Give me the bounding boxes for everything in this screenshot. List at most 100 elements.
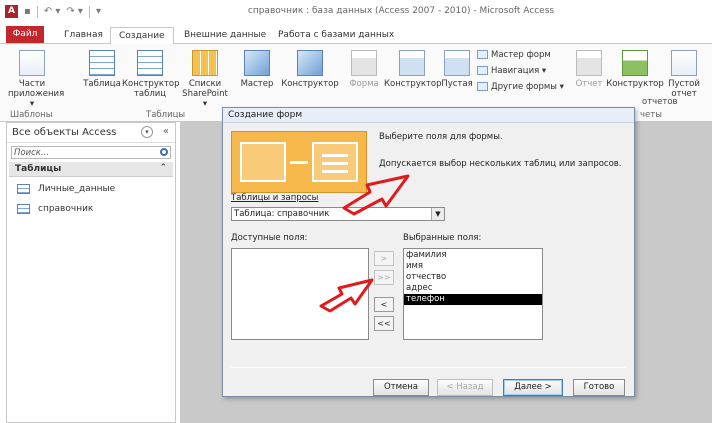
navigation-icon	[477, 66, 488, 75]
table-icon	[17, 183, 30, 194]
form-design-button[interactable]: Конструктор	[384, 50, 442, 89]
query-wizard-button[interactable]: Мастер	[236, 50, 278, 89]
form-button[interactable]: Форма	[346, 50, 382, 89]
more-forms-button[interactable]: Другие формы ▾	[477, 81, 564, 92]
blank-form-icon	[444, 50, 470, 76]
sharepoint-lists-button[interactable]: Списки SharePoint ▾	[180, 50, 230, 109]
wizard-illustration-line	[322, 154, 348, 157]
nav-group-label: Таблицы	[15, 164, 62, 174]
annotation-arrow-icon	[319, 278, 374, 313]
tables-queries-value: Таблица: справочник	[234, 209, 330, 219]
query-wizard-label: Мастер	[240, 79, 274, 89]
nav-group-tables[interactable]: Таблицы ⌃	[9, 162, 173, 177]
tables-queries-label: Таблицы и запросы	[231, 193, 319, 203]
tab-create[interactable]: Создание	[110, 27, 174, 45]
form-wizard-button[interactable]: Мастер форм	[477, 49, 551, 60]
report-design-button[interactable]: Конструктор	[606, 50, 664, 89]
form-icon	[351, 50, 377, 76]
blank-form-label: Пустая	[441, 79, 473, 89]
chevron-up-icon[interactable]: ⌃	[159, 163, 167, 173]
window-title: справочник : база данных (Access 2007 - …	[0, 6, 712, 16]
nav-item-label: справочник	[38, 203, 94, 214]
back-button[interactable]: < Назад	[437, 379, 493, 396]
nav-search-input[interactable]: Поиск...	[11, 146, 171, 159]
next-button[interactable]: Далее >	[503, 379, 563, 396]
list-item[interactable]: отчество	[404, 272, 542, 283]
nav-pane-title: Все объекты Access	[12, 127, 117, 138]
collapse-pane-icon[interactable]: «	[163, 126, 169, 137]
report-label: Отчет	[575, 79, 603, 89]
list-item[interactable]: адрес	[404, 283, 542, 294]
selected-fields-list[interactable]: фамилия имя отчество адрес телефон	[403, 248, 543, 340]
table-label: Таблица	[83, 79, 121, 89]
blank-report-button[interactable]: Пустой отчет	[664, 50, 704, 99]
blank-report-icon	[671, 50, 697, 76]
form-design-label: Конструктор	[384, 79, 442, 89]
ribbon-tabs: Файл Главная Создание Внешние данные Раб…	[0, 24, 712, 45]
form-design-icon	[399, 50, 425, 76]
group-label-templates: Шаблоны	[10, 110, 53, 120]
form-label: Форма	[349, 79, 379, 89]
tab-external-data[interactable]: Внешние данные	[176, 27, 274, 44]
navigation-pane: Все объекты Access ▾ « Поиск... Таблицы …	[6, 122, 176, 423]
annotation-arrow-icon	[342, 174, 410, 216]
add-field-button[interactable]: >	[374, 251, 394, 266]
table-design-icon	[137, 50, 163, 76]
blank-report-label: Пустой	[668, 79, 700, 89]
form-wizard-dialog: Создание форм Выберите поля для формы. Д…	[222, 107, 635, 397]
blank-form-button[interactable]: Пустая	[440, 50, 474, 89]
form-wizard-icon	[477, 50, 488, 59]
available-fields-label: Доступные поля:	[231, 233, 308, 243]
tab-database-tools[interactable]: Работа с базами данных	[270, 27, 402, 44]
finish-button[interactable]: Готово	[573, 379, 625, 396]
report-button[interactable]: Отчет	[572, 50, 606, 89]
query-wizard-icon	[244, 50, 270, 76]
query-design-label: Конструктор	[281, 79, 339, 89]
remove-all-fields-button[interactable]: <<	[374, 316, 394, 331]
nav-pane-header[interactable]: Все объекты Access ▾ «	[7, 123, 175, 143]
more-forms-icon	[477, 82, 488, 91]
list-item[interactable]: имя	[404, 261, 542, 272]
group-label-tables: Таблицы	[146, 110, 186, 120]
application-parts-label: Части	[18, 79, 46, 89]
dialog-divider	[231, 367, 626, 368]
more-forms-label: Другие формы ▾	[491, 81, 564, 92]
query-design-button[interactable]: Конструктор	[280, 50, 340, 89]
tab-home[interactable]: Главная	[56, 27, 111, 44]
report-design-label-2: отчетов	[642, 97, 678, 107]
application-parts-button[interactable]: Части приложения ▾	[8, 50, 65, 109]
dialog-title: Создание форм	[223, 108, 634, 123]
navigation-label: Навигация ▾	[491, 65, 547, 76]
sharepoint-lists-label-2: SharePoint ▾	[182, 89, 228, 109]
wizard-illustration-arrow	[290, 161, 308, 164]
report-icon	[576, 50, 602, 76]
form-wizard-label: Мастер форм	[491, 49, 551, 60]
sharepoint-lists-icon	[192, 50, 218, 76]
table-design-button[interactable]: Конструктор таблиц	[122, 50, 180, 99]
cancel-button[interactable]: Отмена	[373, 379, 429, 396]
wizard-illustration-window	[240, 142, 286, 182]
query-design-icon	[297, 50, 323, 76]
table-icon	[17, 203, 30, 214]
report-design-label: Конструктор	[606, 79, 664, 89]
chevron-down-icon[interactable]: ▼	[431, 208, 444, 220]
tab-file[interactable]: Файл	[6, 26, 44, 43]
window-title-text: справочник : база данных (Access 2007 - …	[247, 6, 555, 16]
nav-search-placeholder: Поиск...	[14, 148, 50, 158]
application-parts-label-2: приложения ▾	[8, 89, 65, 109]
nav-item-table[interactable]: Личные_данные	[7, 180, 175, 197]
list-item[interactable]: фамилия	[404, 250, 542, 261]
dialog-instruction: Выберите поля для формы.	[379, 132, 503, 142]
nav-item-table[interactable]: справочник	[7, 200, 175, 217]
chevron-down-icon[interactable]: ▾	[141, 126, 153, 138]
selected-fields-label: Выбранные поля:	[403, 233, 482, 243]
nav-item-label: Личные_данные	[38, 183, 116, 194]
sharepoint-lists-label: Списки	[188, 79, 222, 89]
table-button[interactable]: Таблица	[82, 50, 122, 89]
navigation-button[interactable]: Навигация ▾	[477, 65, 546, 76]
search-icon[interactable]	[160, 148, 168, 156]
title-bar: A ▪ ↶ ▾ ↷ ▾ ▾ справочник : база данных (…	[0, 0, 712, 24]
dialog-body: Выберите поля для формы. Допускается выб…	[223, 123, 634, 396]
table-design-label: Конструктор	[122, 79, 180, 89]
list-item-selected[interactable]: телефон	[404, 294, 542, 305]
